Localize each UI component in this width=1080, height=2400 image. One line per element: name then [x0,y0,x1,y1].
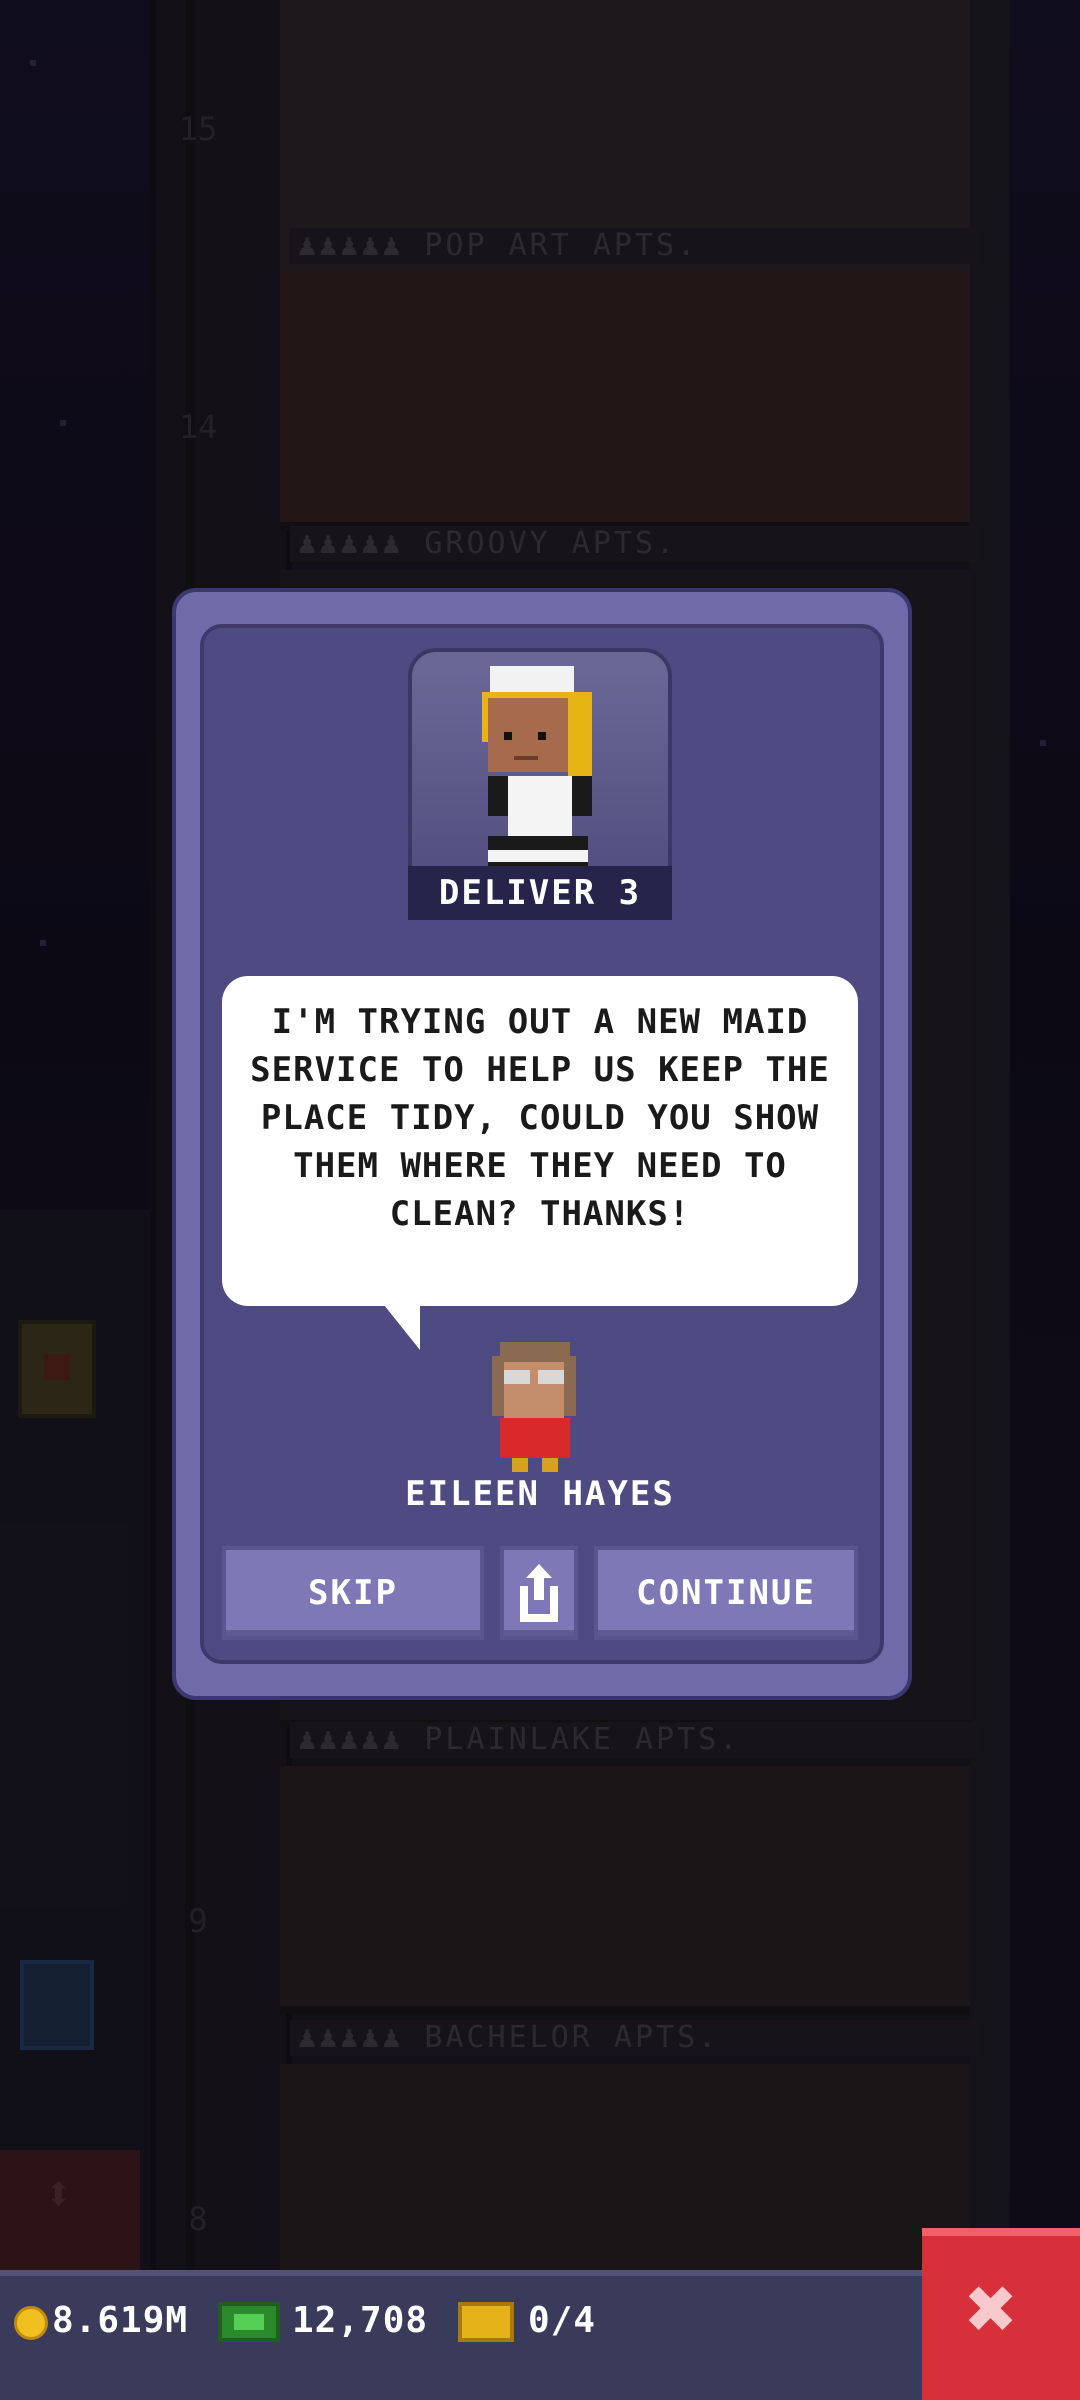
speech-bubble: I'M TRYING OUT A NEW MAID SERVICE TO HEL… [222,976,858,1306]
ticket-icon [458,2302,514,2342]
mission-message: I'M TRYING OUT A NEW MAID SERVICE TO HEL… [250,1002,830,1234]
bux-icon [218,2302,280,2342]
bux-count: 12,708 [292,2300,429,2341]
status-bar: 8.619M 12,708 0/4 [0,2270,1080,2400]
close-icon: ✖ [966,2259,1018,2359]
speaker-name: EILEEN HAYES [405,1474,675,1514]
speaker-avatar [492,1342,576,1472]
close-button[interactable]: ✖ [922,2228,1080,2400]
mission-goal-label: DELIVER 3 [408,866,672,920]
continue-button[interactable]: CONTINUE [594,1546,858,1640]
share-icon [520,1564,558,1622]
share-button[interactable] [500,1546,578,1640]
skip-button[interactable]: SKIP [222,1546,484,1640]
tickets-count: 0/4 [528,2300,597,2341]
coin-icon [14,2306,48,2340]
coins-count: 8.619M [52,2300,189,2341]
speech-bubble-tail [380,1300,420,1350]
